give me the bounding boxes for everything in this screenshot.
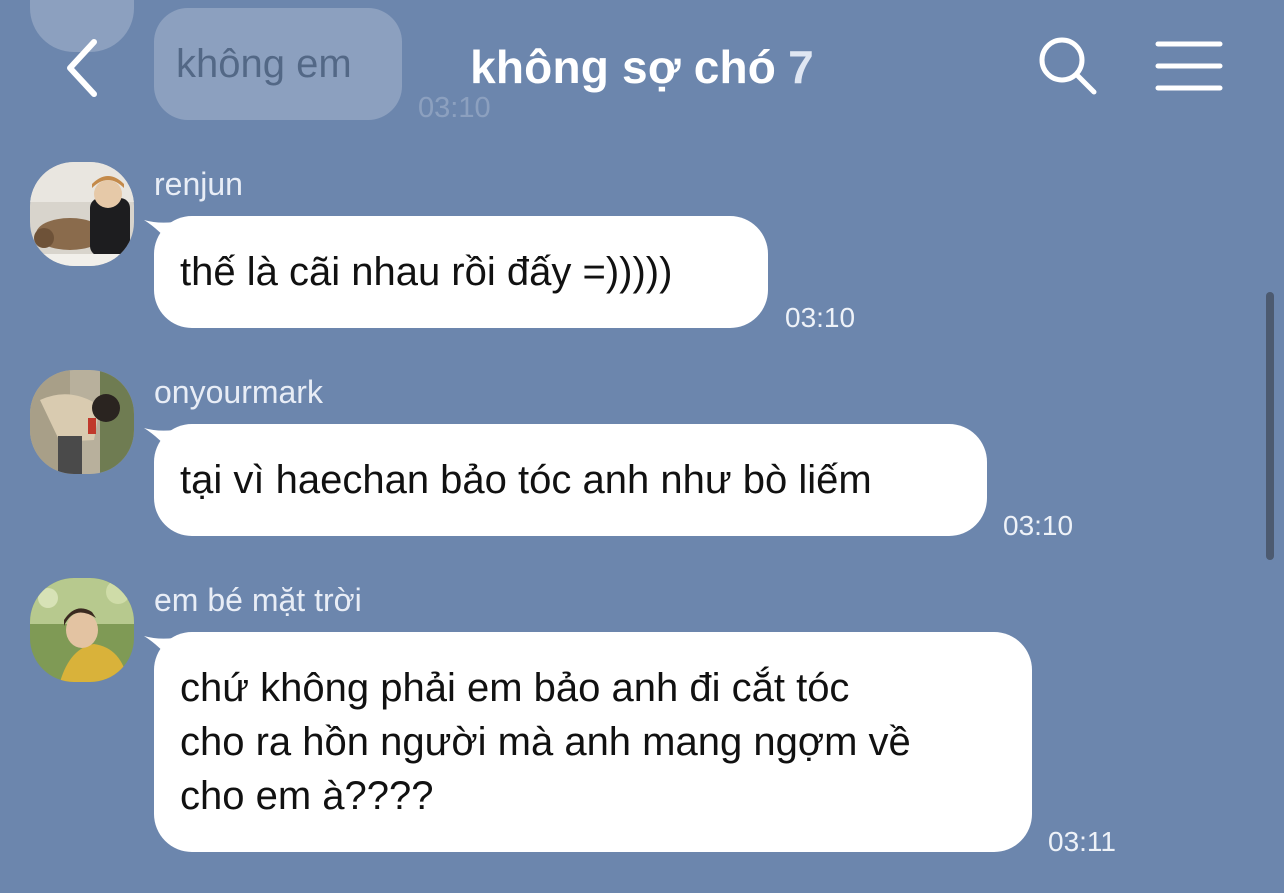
- avatar[interactable]: [30, 162, 134, 266]
- message-bubble[interactable]: thế là cãi nhau rồi đấy =))))): [154, 216, 768, 328]
- chat-header: không sợ chó 7: [0, 0, 1284, 140]
- hamburger-menu-icon: [1155, 41, 1223, 91]
- avatar-photo-person-bending: [30, 370, 134, 474]
- avatar[interactable]: [30, 370, 134, 474]
- message-bubble[interactable]: chứ không phải em bảo anh đi cắt tóc cho…: [154, 632, 1032, 852]
- sender-name: renjun: [154, 166, 243, 202]
- sender-name: onyourmark: [154, 374, 323, 410]
- message-item: onyourmark tại vì haechan bảo tóc anh nh…: [0, 368, 1284, 548]
- message-time: 03:10: [1003, 510, 1074, 541]
- message-time: 03:10: [785, 302, 856, 333]
- chat-name: không sợ chó: [470, 41, 777, 93]
- search-button[interactable]: [1036, 34, 1100, 98]
- message-item: em bé mặt trời chứ không phải em bảo anh…: [0, 576, 1284, 876]
- avatar[interactable]: [30, 578, 134, 682]
- avatar-photo-with-dog: [30, 162, 134, 266]
- message-bubble[interactable]: tại vì haechan bảo tóc anh như bò liếm: [154, 424, 987, 536]
- scrollbar[interactable]: [1266, 292, 1274, 560]
- message-time: 03:11: [1048, 826, 1116, 857]
- sender-name: em bé mặt trời: [154, 582, 362, 618]
- message-text: thế là cãi nhau rồi đấy =))))): [180, 250, 673, 294]
- avatar-photo-person-looking-up: [30, 578, 134, 682]
- message-text: tại vì haechan bảo tóc anh như bò liếm: [180, 458, 872, 502]
- search-icon: [1039, 37, 1097, 95]
- message-item: renjun thế là cãi nhau rồi đấy =))))) 03…: [0, 160, 1284, 340]
- message-text: chứ không phải em bảo anh đi cắt tóc cho…: [180, 666, 911, 818]
- menu-button[interactable]: [1154, 38, 1224, 94]
- member-count: 7: [788, 41, 814, 93]
